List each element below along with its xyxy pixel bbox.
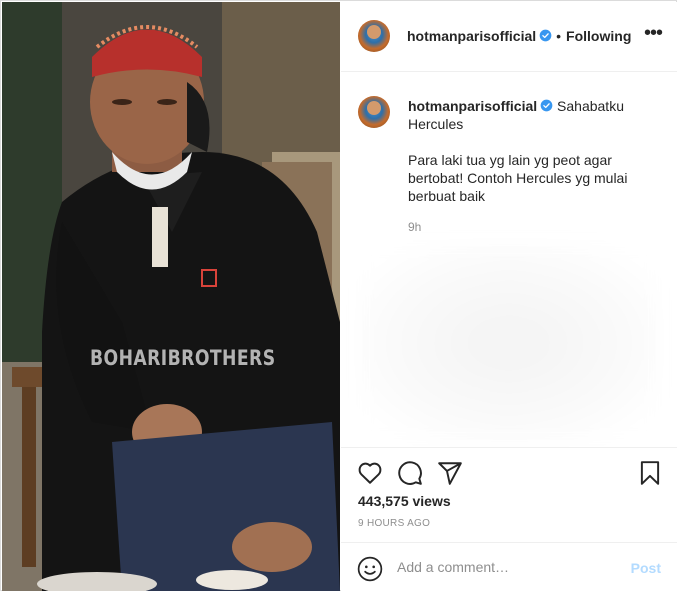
caption-timestamp[interactable]: 9h <box>408 220 421 234</box>
post-video[interactable]: BOHARIBROTHERS <box>2 2 340 591</box>
share-icon[interactable] <box>437 460 463 486</box>
instagram-post: BOHARIBROTHERS hotmanparisofficial • Follo… <box>0 0 677 591</box>
video-frame-illustration <box>2 2 340 591</box>
following-button[interactable]: Following <box>566 28 631 44</box>
comment-bar: Post <box>341 542 677 591</box>
header-user-line: hotmanparisofficial • Following <box>407 28 631 44</box>
caption-area: hotmanparisofficial Sahabatku Hercules P… <box>341 73 677 447</box>
bookmark-icon[interactable] <box>637 460 663 486</box>
action-bar <box>341 447 677 497</box>
post-side-panel: hotmanparisofficial • Following ••• hotman… <box>341 2 677 591</box>
heart-icon[interactable] <box>357 460 383 486</box>
caption-avatar[interactable] <box>358 96 390 128</box>
caption-line1: Sahabatku <box>557 98 624 114</box>
caption-body: Para laki tua yg lain yg peot agar berto… <box>408 152 628 204</box>
post-comment-button[interactable]: Post <box>631 560 661 576</box>
comment-icon[interactable] <box>397 460 423 486</box>
separator-dot: • <box>556 28 562 44</box>
avatar[interactable] <box>358 20 390 52</box>
caption-username[interactable]: hotmanparisofficial <box>408 98 537 114</box>
more-options-icon[interactable]: ••• <box>641 23 665 46</box>
comment-input[interactable] <box>397 556 617 578</box>
header-username[interactable]: hotmanparisofficial <box>407 28 536 44</box>
post-age[interactable]: 9 HOURS AGO <box>358 518 430 529</box>
caption-line2: Hercules <box>408 116 464 132</box>
verified-badge-icon <box>539 29 552 42</box>
comments-placeholder <box>359 243 659 443</box>
post-header: hotmanparisofficial • Following ••• <box>341 2 677 72</box>
video-watermark: BOHARIBROTHERS <box>90 346 276 370</box>
verified-badge-icon <box>540 99 553 112</box>
emoji-icon[interactable] <box>357 556 383 582</box>
view-count[interactable]: 443,575 views <box>358 493 451 509</box>
caption-text: hotmanparisofficial Sahabatku Hercules P… <box>408 97 648 205</box>
